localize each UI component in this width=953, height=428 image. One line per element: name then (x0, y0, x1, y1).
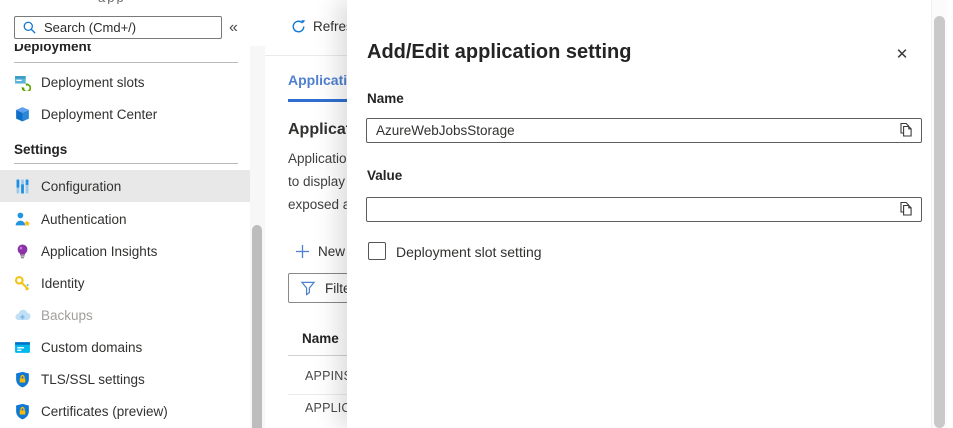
sidebar-item-label: Backups (41, 308, 93, 323)
sidebar-item-label: Authentication (41, 212, 127, 227)
search-placeholder: Search (Cmd+/) (44, 20, 136, 35)
sidebar-item-label: Application Insights (41, 244, 157, 259)
flyout-title: Add/Edit application setting (367, 41, 631, 64)
application-insights-icon (14, 243, 31, 260)
refresh-icon (291, 19, 306, 34)
sidebar-item-deployment-center[interactable]: Deployment Center (0, 102, 250, 126)
copy-icon (898, 122, 914, 139)
backups-icon (14, 307, 31, 324)
sidebar-item-custom-domains[interactable]: Custom domains (0, 335, 250, 359)
sidebar-item-authentication[interactable]: Authentication (0, 207, 250, 231)
sidebar-item-label: TLS/SSL settings (41, 372, 145, 387)
sidebar-item-label: Identity (41, 276, 85, 291)
value-field-label: Value (367, 168, 402, 183)
copy-value-button[interactable] (896, 199, 916, 219)
sidebar-item-identity[interactable]: Identity (0, 271, 250, 295)
configuration-icon (14, 178, 31, 195)
close-icon[interactable]: ✕ (890, 42, 914, 66)
sidebar-scrollbar-thumb[interactable] (252, 225, 262, 428)
sidebar-item-configuration[interactable]: Configuration (0, 170, 250, 202)
deployment-slot-checkbox[interactable] (368, 242, 386, 260)
divider (14, 163, 238, 164)
deployment-slot-label[interactable]: Deployment slot setting (396, 244, 542, 260)
sidebar-item-deployment-slots[interactable]: Deployment slots (0, 70, 250, 94)
sidebar-item-label: Custom domains (41, 340, 142, 355)
authentication-icon (14, 211, 31, 228)
collapse-sidebar-icon[interactable]: « (229, 19, 238, 37)
azure-portal-window: app Search (Cmd+/) « Deployment Deployme… (0, 0, 953, 428)
sidebar-item-label: Certificates (preview) (41, 404, 168, 419)
name-input[interactable] (366, 118, 922, 143)
sidebar-search-input[interactable]: Search (Cmd+/) (14, 16, 222, 39)
section-header-settings: Settings (14, 142, 67, 157)
sidebar-item-tls-ssl-settings[interactable]: TLS/SSL settings (0, 367, 250, 391)
sidebar-item-certificates[interactable]: Certificates (preview) (0, 399, 250, 423)
plus-icon (295, 244, 310, 259)
identity-icon (14, 275, 31, 292)
add-edit-setting-flyout: Add/Edit application setting ✕ Name Valu… (347, 0, 953, 428)
filter-icon (300, 281, 316, 296)
custom-domains-icon (14, 339, 31, 356)
resource-menu-sidebar: app Search (Cmd+/) « Deployment Deployme… (0, 0, 250, 428)
sidebar-item-label: Deployment slots (41, 75, 145, 90)
copy-name-button[interactable] (896, 120, 916, 140)
value-input[interactable] (366, 197, 922, 222)
cropped-header-text: app (98, 0, 218, 4)
sidebar-item-application-insights[interactable]: Application Insights (0, 239, 250, 263)
search-icon (23, 21, 36, 34)
table-column-name: Name (302, 331, 339, 346)
copy-icon (898, 201, 914, 218)
name-field-label: Name (367, 91, 404, 106)
section-header-deployment: Deployment (14, 44, 174, 56)
certificates-icon (14, 403, 31, 420)
divider (14, 62, 238, 63)
tls-ssl-icon (14, 371, 31, 388)
sidebar-item-label: Configuration (41, 179, 121, 194)
sidebar-item-label: Deployment Center (41, 107, 157, 122)
deployment-center-icon (14, 106, 31, 123)
deployment-slots-icon (14, 74, 31, 91)
flyout-scrollbar-thumb[interactable] (934, 16, 945, 428)
sidebar-item-backups[interactable]: Backups (0, 303, 250, 327)
